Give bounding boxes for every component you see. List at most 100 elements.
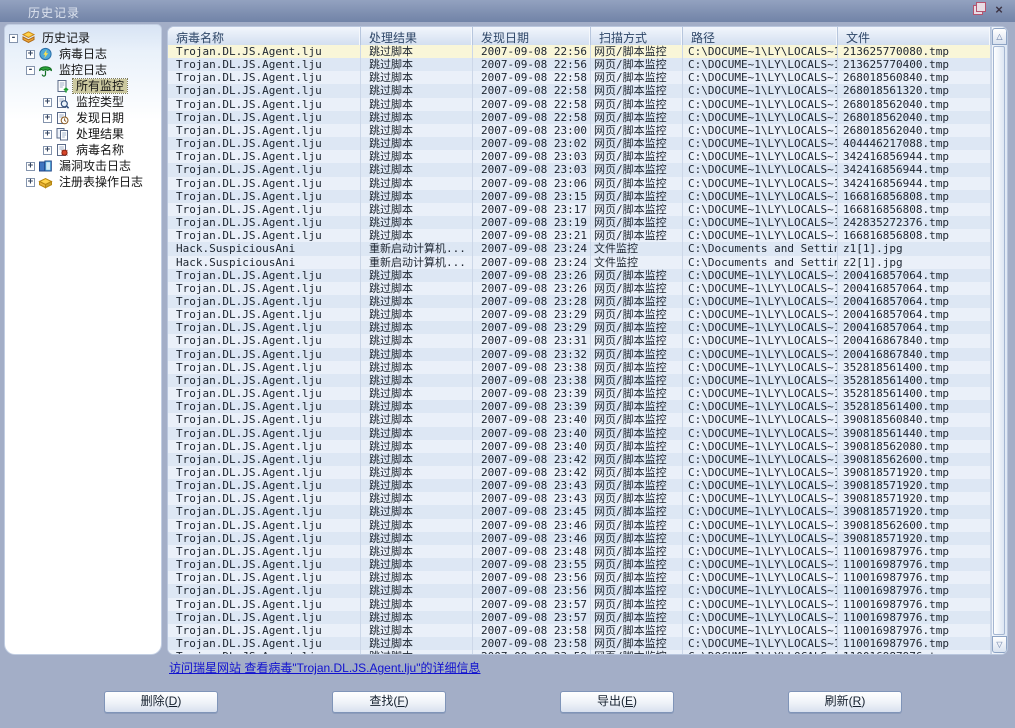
table-row[interactable]: Trojan.DL.JS.Agent.lju跳过脚本2007-09-08 23:… <box>168 269 991 282</box>
column-header-result[interactable]: 处理结果 <box>361 27 473 45</box>
cell-file: 242835272376.tmp <box>838 216 991 229</box>
table-row[interactable]: Hack.SuspiciousAni重新启动计算机...2007-09-08 2… <box>168 242 991 255</box>
cell-scan-method: 网页/脚本监控 <box>591 124 683 137</box>
expand-icon[interactable]: + <box>43 98 52 107</box>
tree-item-monitor-type[interactable]: +监控类型 <box>5 94 161 110</box>
table-row[interactable]: Trojan.DL.JS.Agent.lju跳过脚本2007-09-08 23:… <box>168 229 991 242</box>
table-row[interactable]: Trojan.DL.JS.Agent.lju跳过脚本2007-09-08 23:… <box>168 611 991 624</box>
column-header-path[interactable]: 路径 <box>683 27 838 45</box>
scroll-up-icon: △ <box>996 32 1002 41</box>
table-row[interactable]: Trojan.DL.JS.Agent.lju跳过脚本2007-09-08 23:… <box>168 413 991 426</box>
table-row[interactable]: Trojan.DL.JS.Agent.lju跳过脚本2007-09-08 23:… <box>168 321 991 334</box>
expand-icon[interactable]: + <box>26 162 35 171</box>
expand-icon[interactable]: + <box>43 130 52 139</box>
table-row[interactable]: Trojan.DL.JS.Agent.lju跳过脚本2007-09-08 22:… <box>168 45 991 58</box>
tree-item-exploit-log[interactable]: +漏洞攻击日志 <box>5 158 161 174</box>
table-row[interactable]: Hack.SuspiciousAni重新启动计算机...2007-09-08 2… <box>168 256 991 269</box>
table-row[interactable]: Trojan.DL.JS.Agent.lju跳过脚本2007-09-08 22:… <box>168 71 991 84</box>
table-row[interactable]: Trojan.DL.JS.Agent.lju跳过脚本2007-09-08 23:… <box>168 519 991 532</box>
table-row[interactable]: Trojan.DL.JS.Agent.lju跳过脚本2007-09-08 23:… <box>168 505 991 518</box>
column-header-virus-name[interactable]: 病毒名称 <box>168 27 361 45</box>
column-header-scan-method[interactable]: 扫描方式 <box>591 27 683 45</box>
table-row[interactable]: Trojan.DL.JS.Agent.lju跳过脚本2007-09-08 23:… <box>168 374 991 387</box>
cell-path: C:\DOCUME~1\LY\LOCALS~1... <box>683 137 838 150</box>
table-row[interactable]: Trojan.DL.JS.Agent.lju跳过脚本2007-09-08 23:… <box>168 584 991 597</box>
collapse-icon[interactable]: - <box>9 34 18 43</box>
tree-item-monitor-log[interactable]: -监控日志 <box>5 62 161 78</box>
scroll-up-button[interactable]: △ <box>992 28 1007 45</box>
tree-item-found-date[interactable]: +发现日期 <box>5 110 161 126</box>
table-row[interactable]: Trojan.DL.JS.Agent.lju跳过脚本2007-09-08 22:… <box>168 58 991 71</box>
table-row[interactable]: Trojan.DL.JS.Agent.lju跳过脚本2007-09-08 23:… <box>168 637 991 650</box>
table-row[interactable]: Trojan.DL.JS.Agent.lju跳过脚本2007-09-08 23:… <box>168 558 991 571</box>
cell-file: 200416857064.tmp <box>838 295 991 308</box>
minimize-button[interactable] <box>951 3 963 17</box>
scrollbar-thumb[interactable] <box>993 46 1005 635</box>
table-row[interactable]: Trojan.DL.JS.Agent.lju跳过脚本2007-09-08 22:… <box>168 111 991 124</box>
table-row[interactable]: Trojan.DL.JS.Agent.lju跳过脚本2007-09-08 23:… <box>168 479 991 492</box>
table-row[interactable]: Trojan.DL.JS.Agent.lju跳过脚本2007-09-08 23:… <box>168 400 991 413</box>
expand-icon[interactable]: + <box>43 146 52 155</box>
tree-item-registry-log[interactable]: +注册表操作日志 <box>5 174 161 190</box>
table-row[interactable]: Trojan.DL.JS.Agent.lju跳过脚本2007-09-08 23:… <box>168 348 991 361</box>
table-row[interactable]: Trojan.DL.JS.Agent.lju跳过脚本2007-09-08 23:… <box>168 216 991 229</box>
column-header-file[interactable]: 文件 <box>838 27 991 45</box>
table-row[interactable]: Trojan.DL.JS.Agent.lju跳过脚本2007-09-08 23:… <box>168 650 991 654</box>
collapse-icon[interactable]: - <box>26 66 35 75</box>
table-row[interactable]: Trojan.DL.JS.Agent.lju跳过脚本2007-09-08 23:… <box>168 624 991 637</box>
table-row[interactable]: Trojan.DL.JS.Agent.lju跳过脚本2007-09-08 23:… <box>168 453 991 466</box>
delete-button[interactable]: 删除(D) <box>104 691 218 713</box>
table-row[interactable]: Trojan.DL.JS.Agent.lju跳过脚本2007-09-08 23:… <box>168 282 991 295</box>
table-row[interactable]: Trojan.DL.JS.Agent.lju跳过脚本2007-09-08 23:… <box>168 163 991 176</box>
tree-item-history-root[interactable]: -历史记录 <box>5 30 161 46</box>
cell-found-date: 2007-09-08 22:58 <box>473 111 591 124</box>
expand-icon[interactable]: + <box>43 114 52 123</box>
tree-item-all-monitors[interactable]: 所有监控 <box>5 78 161 94</box>
table-row[interactable]: Trojan.DL.JS.Agent.lju跳过脚本2007-09-08 23:… <box>168 492 991 505</box>
table-row[interactable]: Trojan.DL.JS.Agent.lju跳过脚本2007-09-08 23:… <box>168 137 991 150</box>
column-header-found-date[interactable]: 发现日期 <box>473 27 591 45</box>
table-row[interactable]: Trojan.DL.JS.Agent.lju跳过脚本2007-09-08 23:… <box>168 177 991 190</box>
table-row[interactable]: Trojan.DL.JS.Agent.lju跳过脚本2007-09-08 23:… <box>168 427 991 440</box>
tree-item-virus-name[interactable]: +病毒名称 <box>5 142 161 158</box>
find-button[interactable]: 查找(F) <box>332 691 446 713</box>
table-row[interactable]: Trojan.DL.JS.Agent.lju跳过脚本2007-09-08 23:… <box>168 466 991 479</box>
cell-virus-name: Trojan.DL.JS.Agent.lju <box>168 124 361 137</box>
cell-scan-method: 网页/脚本监控 <box>591 98 683 111</box>
table-row[interactable]: Trojan.DL.JS.Agent.lju跳过脚本2007-09-08 23:… <box>168 361 991 374</box>
scroll-down-button[interactable]: ▽ <box>992 636 1007 653</box>
refresh-button[interactable]: 刷新(R) <box>788 691 902 713</box>
table-row[interactable]: Trojan.DL.JS.Agent.lju跳过脚本2007-09-08 23:… <box>168 545 991 558</box>
table-row[interactable]: Trojan.DL.JS.Agent.lju跳过脚本2007-09-08 22:… <box>168 98 991 111</box>
cell-found-date: 2007-09-08 23:03 <box>473 163 591 176</box>
restore-button[interactable] <box>972 3 984 17</box>
close-button[interactable]: × <box>993 3 1005 17</box>
cell-path: C:\DOCUME~1\LY\LOCALS~1... <box>683 532 838 545</box>
table-row[interactable]: Trojan.DL.JS.Agent.lju跳过脚本2007-09-08 23:… <box>168 440 991 453</box>
table-row[interactable]: Trojan.DL.JS.Agent.lju跳过脚本2007-09-08 23:… <box>168 203 991 216</box>
expand-icon[interactable]: + <box>26 178 35 187</box>
table-row[interactable]: Trojan.DL.JS.Agent.lju跳过脚本2007-09-08 23:… <box>168 334 991 347</box>
table-row[interactable]: Trojan.DL.JS.Agent.lju跳过脚本2007-09-08 23:… <box>168 308 991 321</box>
cell-scan-method: 网页/脚本监控 <box>591 440 683 453</box>
expand-icon[interactable]: + <box>26 50 35 59</box>
table-row[interactable]: Trojan.DL.JS.Agent.lju跳过脚本2007-09-08 23:… <box>168 190 991 203</box>
table-row[interactable]: Trojan.DL.JS.Agent.lju跳过脚本2007-09-08 23:… <box>168 571 991 584</box>
table-row[interactable]: Trojan.DL.JS.Agent.lju跳过脚本2007-09-08 23:… <box>168 150 991 163</box>
cell-path: C:\DOCUME~1\LY\LOCALS~1... <box>683 519 838 532</box>
table-row[interactable]: Trojan.DL.JS.Agent.lju跳过脚本2007-09-08 23:… <box>168 295 991 308</box>
tree-item-virus-log[interactable]: +病毒日志 <box>5 46 161 62</box>
cell-virus-name: Trojan.DL.JS.Agent.lju <box>168 190 361 203</box>
cell-path: C:\DOCUME~1\LY\LOCALS~1... <box>683 124 838 137</box>
cell-virus-name: Trojan.DL.JS.Agent.lju <box>168 558 361 571</box>
virus-detail-link[interactable]: 访问瑞星网站 查看病毒"Trojan.DL.JS.Agent.lju"的详细信息 <box>169 659 480 676</box>
table-row[interactable]: Trojan.DL.JS.Agent.lju跳过脚本2007-09-08 23:… <box>168 387 991 400</box>
cell-scan-method: 网页/脚本监控 <box>591 505 683 518</box>
table-row[interactable]: Trojan.DL.JS.Agent.lju跳过脚本2007-09-08 23:… <box>168 124 991 137</box>
export-button[interactable]: 导出(E) <box>560 691 674 713</box>
table-row[interactable]: Trojan.DL.JS.Agent.lju跳过脚本2007-09-08 23:… <box>168 598 991 611</box>
tree-item-process-result[interactable]: +处理结果 <box>5 126 161 142</box>
vertical-scrollbar[interactable]: △ ▽ <box>991 27 1007 654</box>
table-row[interactable]: Trojan.DL.JS.Agent.lju跳过脚本2007-09-08 23:… <box>168 532 991 545</box>
table-row[interactable]: Trojan.DL.JS.Agent.lju跳过脚本2007-09-08 22:… <box>168 84 991 97</box>
